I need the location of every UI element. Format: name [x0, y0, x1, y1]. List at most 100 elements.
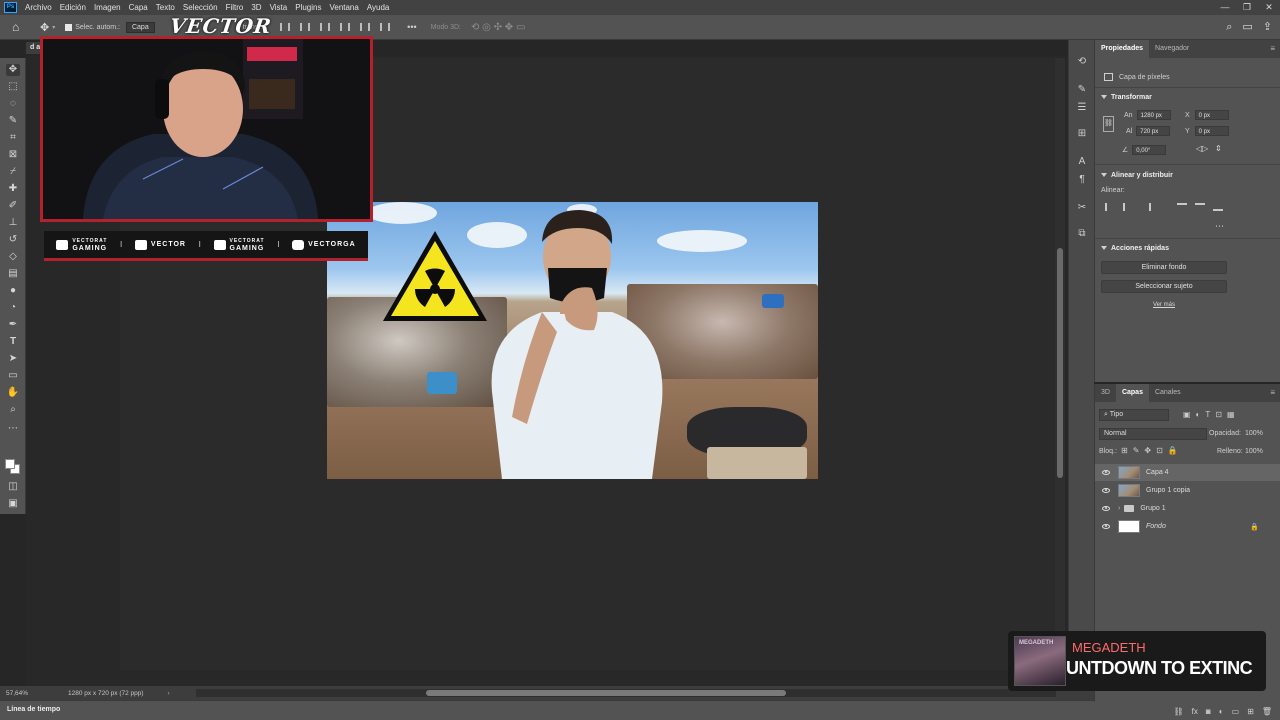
remove-background-button[interactable]: Eliminar fondo: [1101, 261, 1227, 274]
clone-stamp-tool-icon[interactable]: ⊥: [6, 217, 20, 229]
eraser-tool-icon[interactable]: ◇: [6, 251, 20, 263]
shape-tool-icon[interactable]: ▭: [6, 370, 20, 382]
brush-settings-icon[interactable]: ✎: [1076, 84, 1088, 96]
menu-filtro[interactable]: Filtro: [222, 3, 248, 12]
gradient-tool-icon[interactable]: ▤: [6, 268, 20, 280]
align-center-icon[interactable]: [300, 23, 311, 31]
align-top-icon[interactable]: [340, 23, 351, 31]
more-options-button[interactable]: •••: [407, 22, 416, 32]
menu-texto[interactable]: Texto: [152, 3, 179, 12]
layer-row[interactable]: › Grupo 1: [1095, 500, 1280, 517]
link-layers-icon[interactable]: ⛓: [1174, 707, 1184, 716]
search-icon[interactable]: ⌕: [1226, 20, 1232, 34]
workspace-icon[interactable]: ▭: [1242, 20, 1252, 34]
zoom-level[interactable]: 57,64%: [6, 690, 64, 697]
eyedropper-tool-icon[interactable]: ⌿: [6, 166, 20, 178]
3d-orbit-icon[interactable]: ⟲ ◎ ✣ ✥ ▭: [471, 22, 525, 33]
foreground-color-swatch[interactable]: [5, 459, 15, 469]
angle-field[interactable]: 0,00°: [1132, 145, 1167, 155]
eye-icon[interactable]: [1102, 488, 1110, 493]
share-icon[interactable]: ⇪: [1263, 20, 1272, 34]
flip-vertical-icon[interactable]: ⇕: [1215, 144, 1222, 153]
menu-imagen[interactable]: Imagen: [90, 3, 125, 12]
tab-navegador[interactable]: Navegador: [1149, 40, 1195, 58]
align-top-icon[interactable]: [1177, 203, 1187, 211]
blend-mode-dropdown[interactable]: Normal: [1099, 428, 1207, 440]
new-layer-icon[interactable]: ⊞: [1247, 707, 1254, 716]
eye-icon[interactable]: [1102, 470, 1110, 475]
layer-name[interactable]: Fondo: [1146, 523, 1166, 530]
lock-icons[interactable]: ⊞✎✥⊡🔒: [1121, 446, 1183, 455]
delete-layer-icon[interactable]: 🗑: [1262, 707, 1272, 716]
align-middle-icon[interactable]: [360, 23, 371, 31]
history-brush-tool-icon[interactable]: ↺: [6, 234, 20, 246]
quick-mask-icon[interactable]: ◫: [6, 481, 20, 493]
move-tool-icon[interactable]: ✥: [40, 21, 49, 34]
height-field[interactable]: 720 px: [1136, 126, 1171, 136]
tab-propiedades[interactable]: Propiedades: [1095, 40, 1150, 58]
screen-mode-icon[interactable]: ▣: [6, 498, 20, 510]
restore-icon[interactable]: ❐: [1236, 0, 1258, 15]
mask-icon[interactable]: ◙: [1206, 707, 1211, 716]
layer-row[interactable]: Grupo 1 copia: [1095, 482, 1280, 499]
minimize-icon[interactable]: —: [1214, 0, 1236, 15]
dodge-tool-icon[interactable]: ◔: [6, 302, 20, 314]
close-icon[interactable]: ✕: [1258, 0, 1280, 15]
align-vcenter-icon[interactable]: [1195, 203, 1205, 211]
chevron-right-icon[interactable]: ›: [1118, 505, 1120, 512]
chevron-down-icon[interactable]: ▾: [52, 24, 55, 31]
timeline-panel-tab[interactable]: Línea de tiempo: [0, 700, 1094, 720]
document-canvas-image[interactable]: [327, 202, 818, 479]
blur-tool-icon[interactable]: ●: [6, 285, 20, 297]
layer-name[interactable]: Grupo 1: [1140, 505, 1165, 512]
align-hcenter-icon[interactable]: [1123, 203, 1133, 211]
document-info[interactable]: 1280 px x 720 px (72 ppp): [68, 690, 144, 697]
panel-menu-icon[interactable]: ≡: [1270, 388, 1275, 397]
align-left-icon[interactable]: [280, 23, 291, 31]
healing-brush-tool-icon[interactable]: ✚: [6, 183, 20, 195]
marquee-tool-icon[interactable]: ⬚: [6, 81, 20, 93]
vertical-scrollbar[interactable]: [1055, 58, 1065, 686]
fx-icon[interactable]: fx: [1192, 707, 1198, 716]
link-dimensions-icon[interactable]: ⛓: [1103, 116, 1114, 132]
menu-plugins[interactable]: Plugins: [291, 3, 325, 12]
width-field[interactable]: 1280 px: [1136, 110, 1171, 120]
home-icon[interactable]: ⌂: [12, 21, 24, 33]
panel-menu-icon[interactable]: ≡: [1270, 44, 1275, 53]
tab-canales[interactable]: Canales: [1149, 384, 1187, 402]
eye-icon[interactable]: [1102, 524, 1110, 529]
align-right-icon[interactable]: [320, 23, 331, 31]
new-group-icon[interactable]: ▭: [1232, 707, 1240, 716]
chevron-right-icon[interactable]: ›: [168, 690, 170, 697]
x-field[interactable]: 0 px: [1194, 110, 1229, 120]
select-subject-button[interactable]: Seleccionar sujeto: [1101, 280, 1227, 293]
tab-3d[interactable]: 3D: [1095, 384, 1116, 402]
photoshop-app-icon[interactable]: Ps: [4, 2, 17, 13]
scroll-thumb[interactable]: [1057, 248, 1063, 478]
adjustment-layer-icon[interactable]: ◐: [1219, 707, 1224, 716]
layer-filter-dropdown[interactable]: ⌕ Tipo: [1099, 409, 1169, 421]
horizontal-scrollbar[interactable]: [196, 689, 1056, 697]
more-align-options-icon[interactable]: ⋯: [1215, 221, 1224, 232]
see-more-link[interactable]: Ver más: [1153, 302, 1175, 308]
history-icon[interactable]: ⟲: [1076, 56, 1088, 68]
layer-name[interactable]: Grupo 1 copia: [1146, 487, 1190, 494]
eye-icon[interactable]: [1102, 506, 1110, 511]
zoom-tool-icon[interactable]: ⌕: [6, 404, 20, 416]
align-bottom-icon[interactable]: [380, 23, 391, 31]
brush-tool-icon[interactable]: ✐: [6, 200, 20, 212]
hand-tool-icon[interactable]: ✋: [6, 387, 20, 399]
export-icon[interactable]: ⧉: [1076, 228, 1088, 240]
filter-icons[interactable]: ▣◐T⊡▦: [1183, 410, 1240, 419]
layer-name[interactable]: Capa 4: [1146, 469, 1169, 476]
menu-seleccion[interactable]: Selección: [179, 3, 222, 12]
layer-row[interactable]: Fondo 🔒: [1095, 518, 1280, 535]
menu-ventana[interactable]: Ventana: [325, 3, 362, 12]
adjustments-icon[interactable]: ☰: [1076, 102, 1088, 114]
menu-3d[interactable]: 3D: [247, 3, 265, 12]
menu-capa[interactable]: Capa: [125, 3, 152, 12]
scroll-thumb[interactable]: [426, 690, 786, 696]
menu-edicion[interactable]: Edición: [56, 3, 90, 12]
frame-tool-icon[interactable]: ⊠: [6, 149, 20, 161]
auto-select-checkbox[interactable]: [65, 23, 73, 31]
